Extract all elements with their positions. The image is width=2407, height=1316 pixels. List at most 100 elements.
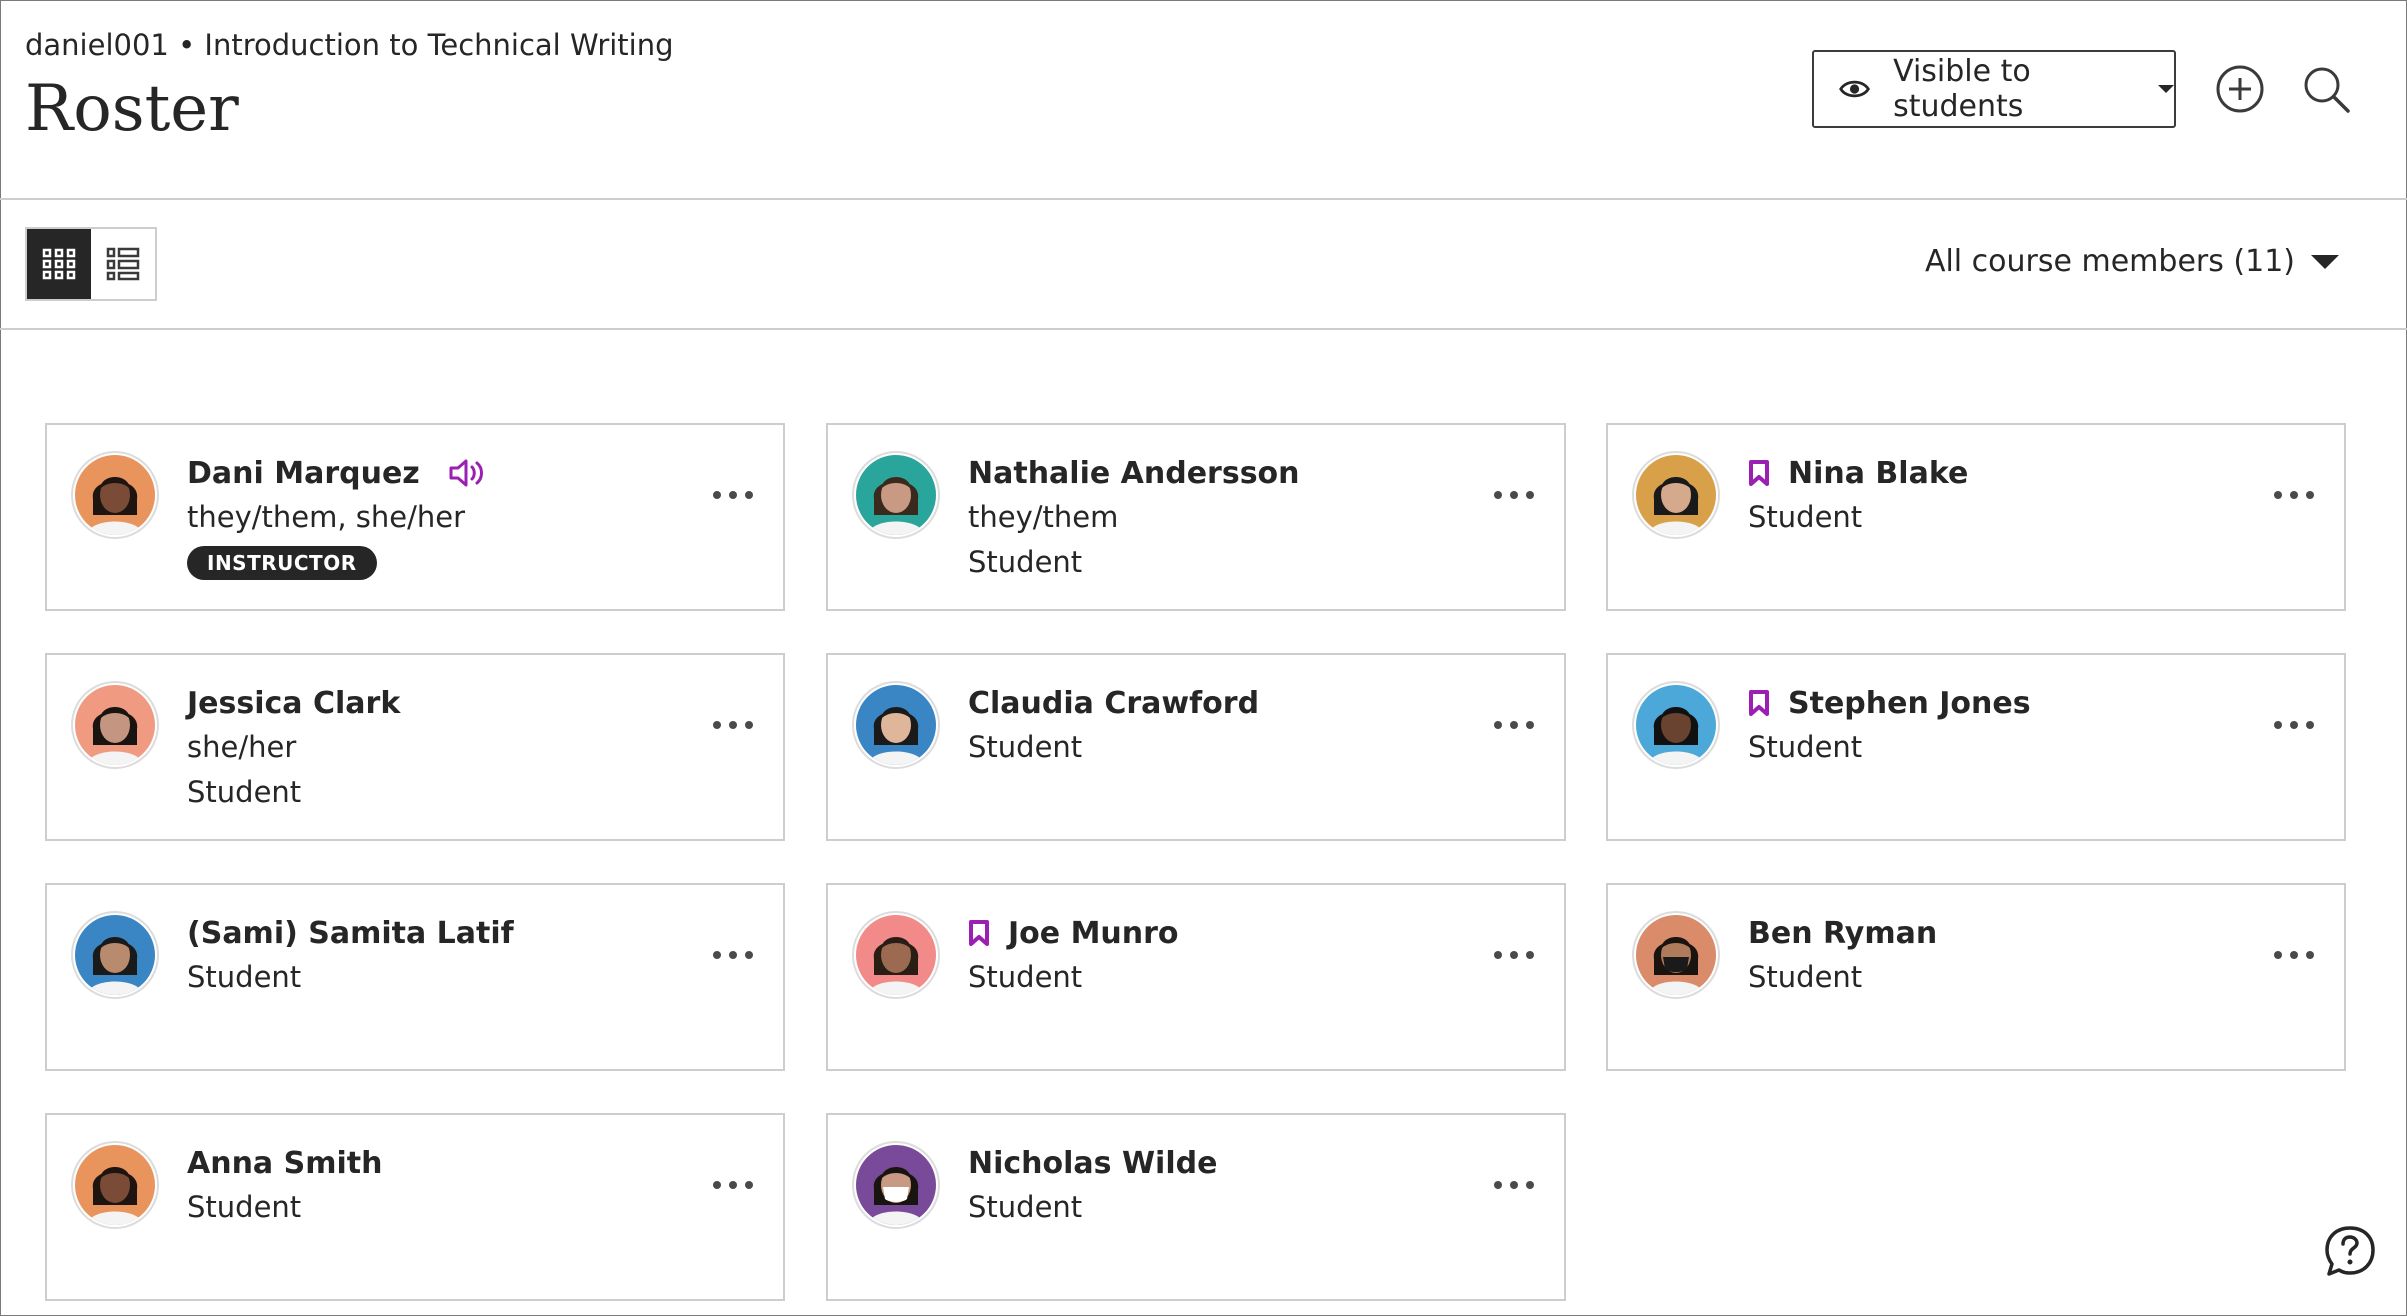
member-detail: Student xyxy=(968,1190,1083,1224)
member-detail: Student xyxy=(968,960,1083,994)
member-name[interactable]: Dani Marquez xyxy=(187,456,420,491)
member-detail: Student xyxy=(187,960,302,994)
name-row: Anna Smith xyxy=(187,1141,382,1185)
member-card[interactable]: Dani Marquez they/them, she/her INSTRUCTOR xyxy=(45,423,785,611)
avatar[interactable] xyxy=(75,455,155,535)
member-card[interactable]: Nicholas Wilde Student xyxy=(826,1113,1566,1301)
roster-toolbar: All course members (11) xyxy=(0,200,2407,330)
name-row: Nathalie Andersson xyxy=(968,451,1300,495)
member-role: Student xyxy=(968,545,1083,579)
bookmark-flag-icon xyxy=(1749,690,1769,716)
member-detail: she/her xyxy=(187,730,297,764)
avatar[interactable] xyxy=(1636,915,1716,995)
more-options-icon[interactable] xyxy=(2274,487,2314,503)
more-options-icon[interactable] xyxy=(713,487,753,503)
member-name[interactable]: Anna Smith xyxy=(187,1146,382,1181)
member-detail: they/them xyxy=(968,500,1119,534)
eye-icon xyxy=(1839,80,1870,98)
avatar[interactable] xyxy=(1636,455,1716,535)
grid-view-button[interactable] xyxy=(27,229,91,299)
more-options-icon[interactable] xyxy=(713,1177,753,1193)
chevron-down-icon xyxy=(2158,85,2174,93)
search-icon[interactable] xyxy=(2300,63,2352,115)
more-options-icon[interactable] xyxy=(1494,1177,1534,1193)
member-card[interactable]: (Sami) Samita Latif Student xyxy=(45,883,785,1071)
member-card[interactable]: Claudia Crawford Student xyxy=(826,653,1566,841)
bookmark-flag-icon xyxy=(969,920,989,946)
member-info: Ben Ryman Student xyxy=(1748,911,1937,1000)
member-name[interactable]: Nathalie Andersson xyxy=(968,456,1300,491)
member-name[interactable]: Ben Ryman xyxy=(1748,916,1937,951)
visibility-dropdown-button[interactable]: Visible to students xyxy=(1812,50,2176,128)
avatar[interactable] xyxy=(1636,685,1716,765)
member-info: (Sami) Samita Latif Student xyxy=(187,911,514,1000)
name-pronunciation-audio-icon[interactable] xyxy=(448,458,486,488)
member-info: Joe Munro Student xyxy=(968,911,1179,1000)
member-card[interactable]: Nathalie Andersson they/them Student xyxy=(826,423,1566,611)
more-options-icon[interactable] xyxy=(713,717,753,733)
page-title: Roster xyxy=(25,72,239,146)
name-row: Ben Ryman xyxy=(1748,911,1937,955)
member-info: Nicholas Wilde Student xyxy=(968,1141,1217,1230)
name-row: Nicholas Wilde xyxy=(968,1141,1217,1185)
plus-circle-icon[interactable] xyxy=(2214,63,2266,115)
member-info: Stephen Jones Student xyxy=(1748,681,2031,770)
bookmark-flag-icon xyxy=(1749,460,1769,486)
caret-down-icon xyxy=(2311,254,2339,269)
name-row: Joe Munro xyxy=(968,911,1179,955)
member-name[interactable]: (Sami) Samita Latif xyxy=(187,916,514,951)
member-card[interactable]: Joe Munro Student xyxy=(826,883,1566,1071)
member-role: Student xyxy=(187,775,302,809)
grid-view-icon xyxy=(42,248,76,280)
member-card[interactable]: Ben Ryman Student xyxy=(1606,883,2346,1071)
member-name[interactable]: Nina Blake xyxy=(1788,456,1968,491)
member-card[interactable]: Jessica Clark she/her Student xyxy=(45,653,785,841)
member-detail: Student xyxy=(187,1190,302,1224)
name-row: Jessica Clark xyxy=(187,681,400,725)
help-chat-icon[interactable] xyxy=(2322,1223,2378,1279)
member-filter-dropdown[interactable]: All course members (11) xyxy=(1925,244,2339,279)
avatar[interactable] xyxy=(75,1145,155,1225)
member-detail: Student xyxy=(1748,730,1863,764)
more-options-icon[interactable] xyxy=(2274,947,2314,963)
more-options-icon[interactable] xyxy=(713,947,753,963)
member-card[interactable]: Anna Smith Student xyxy=(45,1113,785,1301)
member-info: Jessica Clark she/her Student xyxy=(187,681,400,815)
filter-label: All course members (11) xyxy=(1924,244,2295,279)
member-name[interactable]: Nicholas Wilde xyxy=(968,1146,1217,1181)
member-detail: they/them, she/her xyxy=(187,500,466,534)
name-row: Stephen Jones xyxy=(1748,681,2031,725)
list-view-icon xyxy=(106,247,140,281)
view-toggle xyxy=(25,227,157,301)
avatar[interactable] xyxy=(856,455,936,535)
list-view-button[interactable] xyxy=(91,229,155,299)
more-options-icon[interactable] xyxy=(1494,717,1534,733)
avatar[interactable] xyxy=(856,915,936,995)
member-info: Dani Marquez they/them, she/her INSTRUCTOR xyxy=(187,451,486,580)
member-name[interactable]: Claudia Crawford xyxy=(968,686,1259,721)
member-name[interactable]: Jessica Clark xyxy=(187,686,400,721)
avatar[interactable] xyxy=(75,915,155,995)
name-row: (Sami) Samita Latif xyxy=(187,911,514,955)
member-name[interactable]: Joe Munro xyxy=(1008,916,1179,951)
member-card[interactable]: Nina Blake Student xyxy=(1606,423,2346,611)
more-options-icon[interactable] xyxy=(1494,487,1534,503)
visibility-label: Visible to students xyxy=(1893,54,2031,124)
more-options-icon[interactable] xyxy=(2274,717,2314,733)
avatar[interactable] xyxy=(856,685,936,765)
member-info: Nina Blake Student xyxy=(1748,451,1968,540)
member-info: Claudia Crawford Student xyxy=(968,681,1259,770)
member-card[interactable]: Stephen Jones Student xyxy=(1606,653,2346,841)
name-row: Dani Marquez xyxy=(187,451,486,495)
role-badge: INSTRUCTOR xyxy=(187,546,377,580)
breadcrumb[interactable]: daniel001 • Introduction to Technical Wr… xyxy=(25,28,674,62)
member-detail: Student xyxy=(1748,500,1863,534)
avatar[interactable] xyxy=(75,685,155,765)
member-detail: Student xyxy=(1748,960,1863,994)
avatar[interactable] xyxy=(856,1145,936,1225)
more-options-icon[interactable] xyxy=(1494,947,1534,963)
member-info: Nathalie Andersson they/them Student xyxy=(968,451,1300,585)
member-info: Anna Smith Student xyxy=(187,1141,382,1230)
member-name[interactable]: Stephen Jones xyxy=(1788,686,2031,721)
name-row: Claudia Crawford xyxy=(968,681,1259,725)
